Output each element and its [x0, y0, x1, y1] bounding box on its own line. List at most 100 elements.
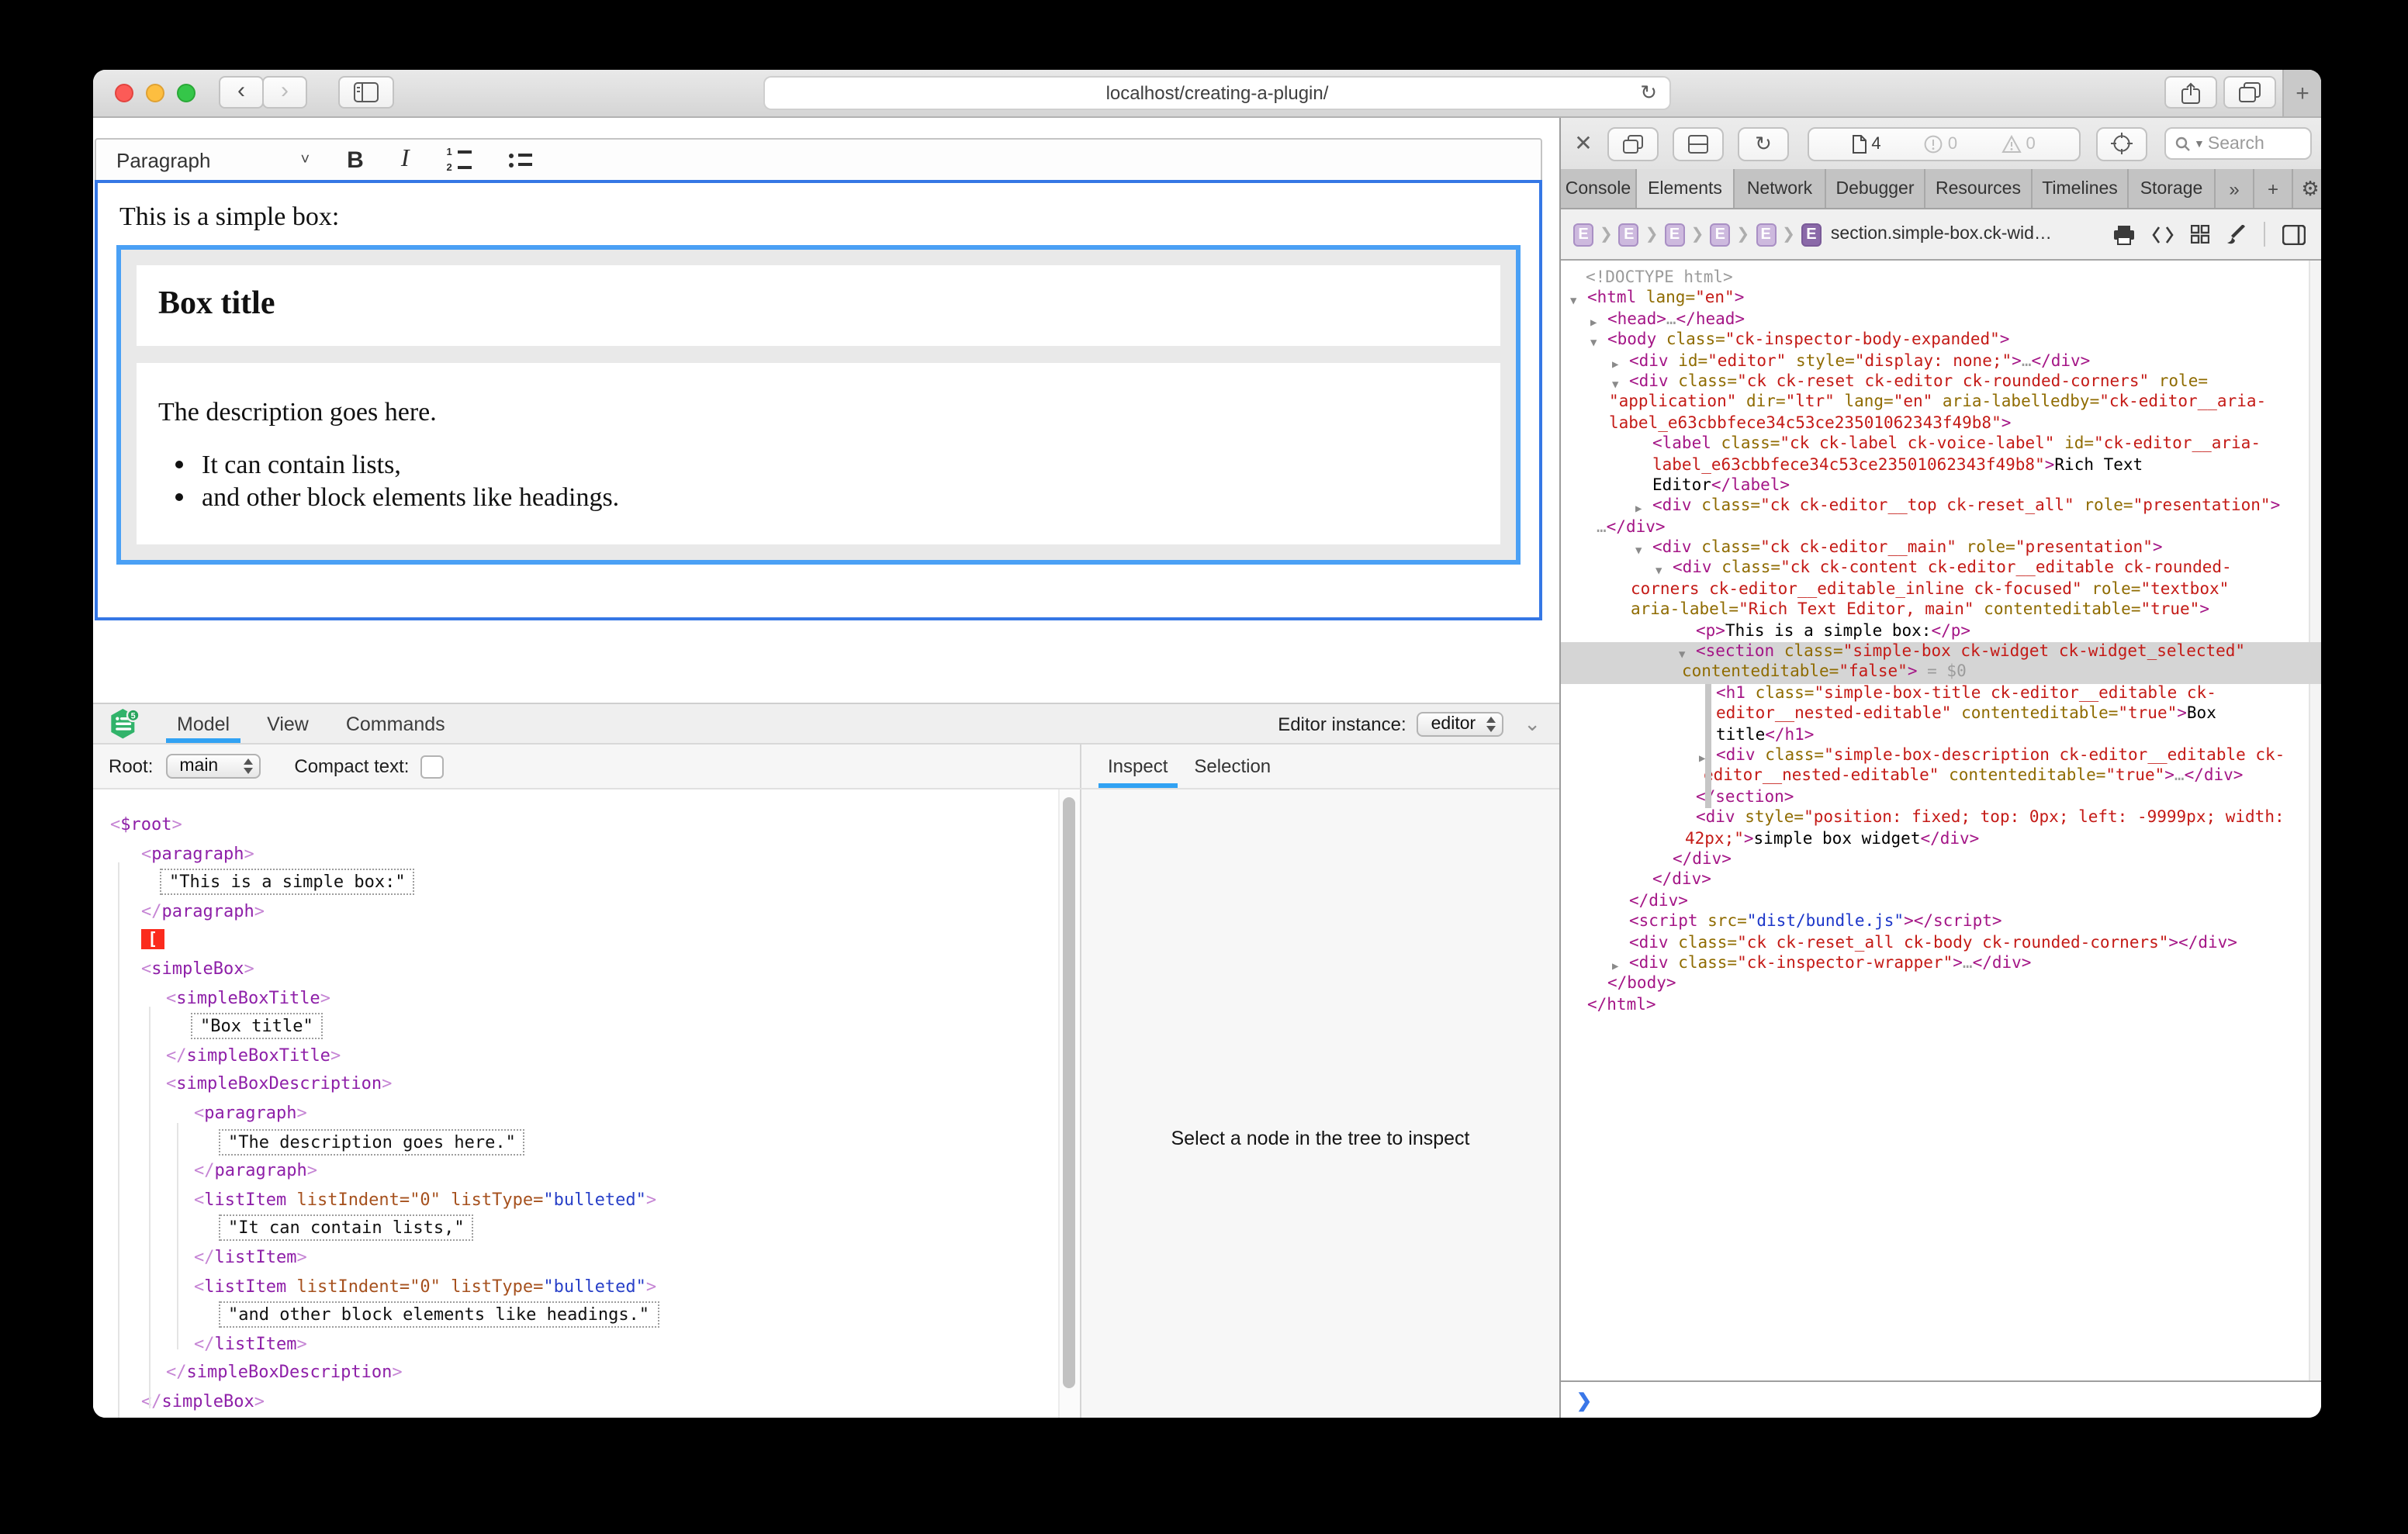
root-select[interactable]: main [165, 754, 260, 779]
dom-node-line[interactable]: aria-label="Rich Text Editor, main" cont… [1561, 601, 2321, 622]
panel-tab[interactable]: Selection [1194, 745, 1271, 788]
new-tab-button[interactable]: + [2282, 70, 2321, 116]
breadcrumb-item[interactable]: E ❯ [1756, 223, 1801, 246]
model-node-line[interactable]: "It can contain lists," [93, 1215, 1080, 1244]
model-node-line[interactable]: <paragraph> [93, 840, 1080, 869]
breadcrumb-item[interactable]: E ❯ [1665, 223, 1711, 246]
inspector-tab[interactable]: Commands [346, 704, 445, 743]
dom-node-line[interactable]: <h1 class="simple-box-title ck-editor__e… [1561, 684, 2321, 705]
dom-node-line[interactable]: <label class="ck ck-label ck-voice-label… [1561, 434, 2321, 455]
editor-paragraph[interactable]: This is a simple box: [119, 202, 1521, 233]
model-tree[interactable]: <$root><paragraph>"This is a simple box:… [93, 789, 1081, 1418]
model-node-line[interactable]: <listItem listIndent="0" listType="bulle… [93, 1186, 1080, 1214]
model-node-line[interactable]: <$root> [93, 811, 1080, 840]
dom-node-line[interactable]: ▶<div class="ck ck-editor__top ck-reset_… [1561, 497, 2321, 518]
model-node-line[interactable]: <simpleBoxDescription> [93, 1071, 1080, 1100]
sidebar-toggle-button[interactable] [338, 76, 394, 109]
dom-node-line[interactable]: </html> [1561, 995, 2321, 1016]
print-styles-button[interactable] [2113, 224, 2135, 244]
breadcrumb-item[interactable]: E ❯ [1710, 223, 1756, 246]
back-button[interactable]: ‹ [219, 76, 264, 109]
model-node-line[interactable]: </paragraph> [93, 898, 1080, 927]
console-prompt-row[interactable]: ❯ [1561, 1380, 2321, 1418]
add-devtools-tab-button[interactable]: + [2254, 169, 2293, 208]
dom-tree[interactable]: <!DOCTYPE html>▼<html lang="en">▶<head>…… [1561, 261, 2321, 1380]
model-node-line[interactable]: [ [93, 927, 1080, 955]
breadcrumb-item[interactable]: E ❯ [1619, 223, 1665, 246]
bold-button[interactable]: B [347, 147, 364, 173]
breadcrumb-item[interactable]: E ❯ [1573, 223, 1619, 246]
devtools-tab[interactable]: Network [1735, 169, 1826, 208]
tab-overview-button[interactable] [2223, 76, 2276, 109]
dom-node-line[interactable]: ▼<div class="ck ck-editor__main" role="p… [1561, 538, 2321, 559]
reload-page-button[interactable]: ↻ [1738, 126, 1789, 161]
details-sidebar-toggle[interactable] [2282, 224, 2306, 244]
dom-node-line[interactable]: </section> [1561, 788, 2321, 809]
model-node-line[interactable]: ] [93, 1417, 1080, 1418]
devtools-tab[interactable]: Elements [1637, 169, 1735, 208]
model-node-line[interactable]: <paragraph> [93, 1100, 1080, 1128]
dom-node-line[interactable]: editor__nested-editable" contenteditable… [1561, 767, 2321, 788]
dom-node-line[interactable]: ▼<body class="ck-inspector-body-expanded… [1561, 330, 2321, 351]
reload-icon[interactable]: ↻ [1640, 81, 1657, 105]
dom-node-line[interactable]: ▶<head>…</head> [1561, 310, 2321, 331]
italic-button[interactable]: I [401, 146, 410, 174]
tab-overflow-button[interactable]: » [2216, 169, 2254, 208]
model-node-line[interactable]: "This is a simple box:" [93, 869, 1080, 897]
devtools-search-field[interactable]: ▼ Search [2164, 127, 2312, 160]
compact-text-checkbox[interactable] [420, 755, 443, 778]
dom-node-line[interactable]: <div style="position: fixed; top: 0px; l… [1561, 808, 2321, 829]
model-node-line[interactable]: </simpleBox> [93, 1388, 1080, 1417]
dom-node-line[interactable]: <p>This is a simple box:</p> [1561, 621, 2321, 642]
close-window-button[interactable] [115, 84, 133, 102]
devtools-tab[interactable]: Debugger [1826, 169, 1925, 208]
dom-node-line[interactable]: ▼<html lang="en"> [1561, 289, 2321, 310]
inspector-tab[interactable]: View [267, 704, 309, 743]
dom-node-line[interactable]: …</div> [1561, 517, 2321, 538]
dom-node-line[interactable]: ▼<div class="ck ck-content ck-editor__ed… [1561, 559, 2321, 580]
model-node-line[interactable]: <listItem listIndent="0" listType="bulle… [93, 1273, 1080, 1301]
dom-node-line[interactable]: </div> [1561, 891, 2321, 912]
model-node-line[interactable]: </listItem> [93, 1244, 1080, 1273]
dock-side-button[interactable] [1673, 126, 1724, 161]
breadcrumb-item[interactable]: E ❯ [1801, 223, 1822, 246]
grid-layout-icon[interactable] [2191, 225, 2209, 244]
model-node-line[interactable]: "and other block elements like headings.… [93, 1301, 1080, 1330]
dom-node-line[interactable]: </div> [1561, 871, 2321, 892]
inspector-tab[interactable]: Model [177, 704, 230, 743]
detach-devtools-button[interactable] [1607, 126, 1659, 161]
widget-bullet-item[interactable]: and other block elements like headings. [202, 482, 1479, 513]
widget-title[interactable]: Box title [137, 265, 1500, 346]
model-node-line[interactable]: "Box title" [93, 1013, 1080, 1042]
dom-node-line[interactable]: ▶<div class="simple-box-description ck-e… [1561, 746, 2321, 767]
zoom-window-button[interactable] [177, 84, 195, 102]
dom-node-line[interactable]: Editor</label> [1561, 476, 2321, 497]
dom-node-line[interactable]: label_e63cbbfece34c53ce23501062343f49b8"… [1561, 413, 2321, 434]
devtools-tab[interactable]: Storage [2129, 169, 2216, 208]
dom-node-line[interactable]: ▶<div id="editor" style="display: none;"… [1561, 351, 2321, 372]
issues-summary[interactable]: 4 0 [1808, 126, 2081, 161]
model-node-line[interactable]: "The description goes here." [93, 1128, 1080, 1157]
numbered-list-button[interactable]: 1 2 [446, 147, 471, 173]
dom-node-line[interactable]: label_e63cbbfece34c53ce23501062343f49b8"… [1561, 455, 2321, 476]
minimize-window-button[interactable] [146, 84, 164, 102]
model-node-line[interactable]: </listItem> [93, 1330, 1080, 1359]
collapse-inspector-button[interactable]: ⌄ [1524, 711, 1541, 736]
element-picker-button[interactable] [2096, 126, 2147, 161]
share-button[interactable] [2164, 76, 2217, 109]
editor-instance-select[interactable]: editor [1417, 711, 1504, 736]
bulleted-list-button[interactable] [508, 153, 531, 167]
editor-content[interactable]: This is a simple box: Box title The desc… [95, 180, 1542, 620]
devtools-settings-button[interactable]: ⚙ [2293, 169, 2321, 208]
dom-node-line[interactable]: </body> [1561, 975, 2321, 996]
paragraph-dropdown[interactable]: Paragraph ˅ [116, 148, 310, 171]
address-bar[interactable]: localhost/creating-a-plugin/ ↻ [763, 76, 1671, 110]
model-node-line[interactable]: <simpleBoxTitle> [93, 984, 1080, 1013]
devtools-tab[interactable]: Console [1561, 169, 1637, 208]
forward-button[interactable]: › [262, 76, 307, 109]
code-brackets-icon[interactable] [2152, 226, 2174, 243]
widget-bullet-item[interactable]: It can contain lists, [202, 450, 1479, 481]
devtools-tab[interactable]: Timelines [2033, 169, 2129, 208]
dom-node-line[interactable]: </div> [1561, 850, 2321, 871]
dom-node-line[interactable]: corners ck-editor__editable_inline ck-fo… [1561, 580, 2321, 601]
